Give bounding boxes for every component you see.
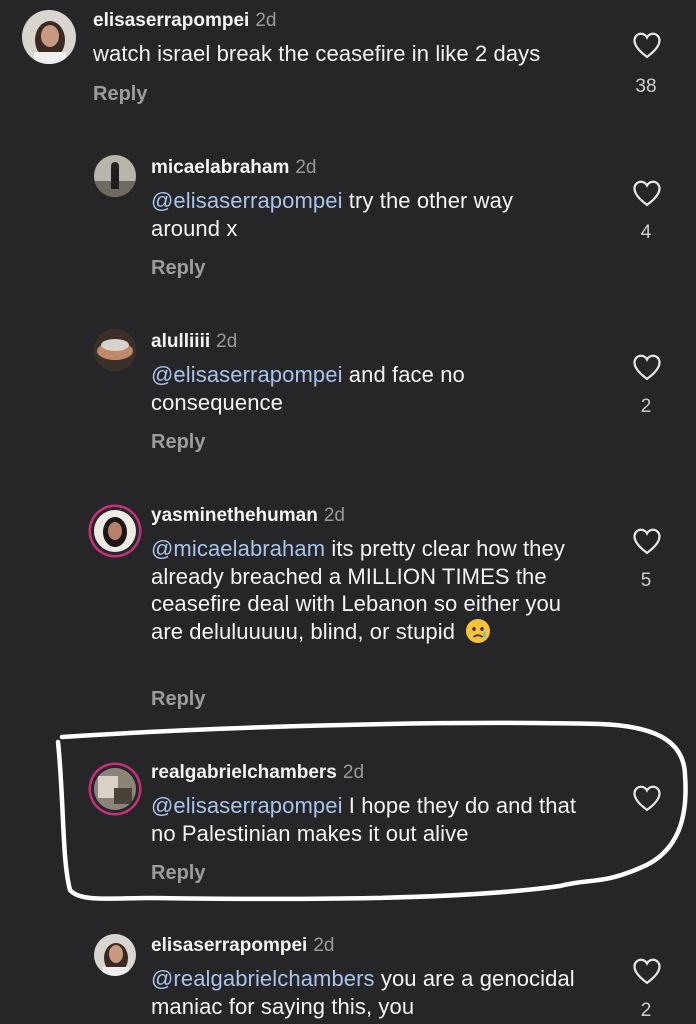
heart-outline-icon[interactable] — [632, 31, 662, 59]
avatar[interactable] — [22, 10, 76, 64]
reply-button[interactable]: Reply — [93, 83, 147, 106]
comment-timestamp: 2d — [255, 10, 277, 31]
heart-outline-icon[interactable] — [632, 957, 662, 985]
heart-outline-icon[interactable] — [632, 784, 662, 812]
comment-text: @elisaserrapompei and face no consequenc… — [151, 362, 465, 415]
comment-reply: yasminethehuman 2d @micaelabraham its pre… — [0, 498, 696, 718]
mention-link[interactable]: @realgabrielchambers — [151, 966, 375, 991]
like-count: 2 — [640, 1000, 652, 1021]
comment-timestamp: 2d — [295, 157, 317, 178]
comment-text: @elisaserrapompei I hope they do and tha… — [151, 793, 577, 846]
like-count: 38 — [635, 76, 657, 97]
profile-photo-icon — [94, 934, 136, 976]
like-count: 4 — [640, 222, 652, 243]
comment-reply: realgabrielchambers 2d @elisaserrapompei … — [0, 754, 696, 894]
mention-link[interactable]: @micaelabraham — [151, 536, 325, 561]
mention-link[interactable]: @elisaserrapompei — [151, 188, 343, 213]
avatar[interactable] — [94, 155, 136, 197]
reply-button[interactable]: Reply — [151, 257, 205, 280]
avatar[interactable] — [94, 510, 136, 552]
comment-username[interactable]: micaelabraham 2d — [151, 157, 317, 179]
crying-face-emoji — [466, 618, 491, 643]
reply-button[interactable]: Reply — [151, 431, 205, 454]
comment-reply: micaelabraham 2d @elisaserrapompei try th… — [0, 150, 696, 290]
comment-text: @realgabrielchambers you are a genocidal… — [151, 966, 575, 1019]
avatar[interactable] — [94, 329, 136, 371]
like-count: 2 — [640, 396, 652, 417]
comment: elisaserrapompei 2d watch israel break th… — [0, 0, 696, 120]
avatar[interactable] — [94, 934, 136, 976]
comment-text: @elisaserrapompei try the other way arou… — [151, 188, 514, 241]
like-count: 5 — [640, 570, 652, 591]
comment-username[interactable]: yasminethehuman 2d — [151, 505, 345, 527]
comment-timestamp: 2d — [323, 505, 345, 526]
comment-text: watch israel break the ceasefire in like… — [93, 41, 541, 66]
mention-link[interactable]: @elisaserrapompei — [151, 793, 343, 818]
comment-timestamp: 2d — [342, 762, 365, 783]
heart-outline-icon[interactable] — [632, 179, 662, 207]
comment-username[interactable]: elisaserrapompei 2d — [93, 10, 276, 32]
comment-reply: elisaserrapompei 2d @realgabrielchambers … — [0, 928, 696, 1024]
comment-text: @micaelabraham its pretty clear how they… — [151, 536, 565, 644]
profile-photo-icon — [22, 10, 76, 64]
comment-username[interactable]: alulliiii 2d — [151, 331, 237, 353]
reply-button[interactable]: Reply — [151, 862, 205, 885]
heart-outline-icon[interactable] — [632, 353, 662, 381]
profile-photo-icon — [94, 329, 136, 371]
reply-button[interactable]: Reply — [151, 688, 205, 711]
profile-photo-icon — [94, 768, 136, 810]
mention-link[interactable]: @elisaserrapompei — [151, 362, 343, 387]
profile-photo-icon — [94, 510, 136, 552]
comment-reply: alulliiii 2d @elisaserrapompei and face n… — [0, 324, 696, 464]
heart-outline-icon[interactable] — [632, 527, 662, 555]
profile-photo-icon — [94, 155, 136, 197]
comment-username[interactable]: elisaserrapompei 2d — [151, 935, 334, 957]
comment-timestamp: 2d — [216, 331, 238, 352]
comment-username[interactable]: realgabrielchambers 2d — [151, 762, 364, 784]
comment-timestamp: 2d — [313, 935, 335, 956]
avatar[interactable] — [94, 768, 136, 810]
